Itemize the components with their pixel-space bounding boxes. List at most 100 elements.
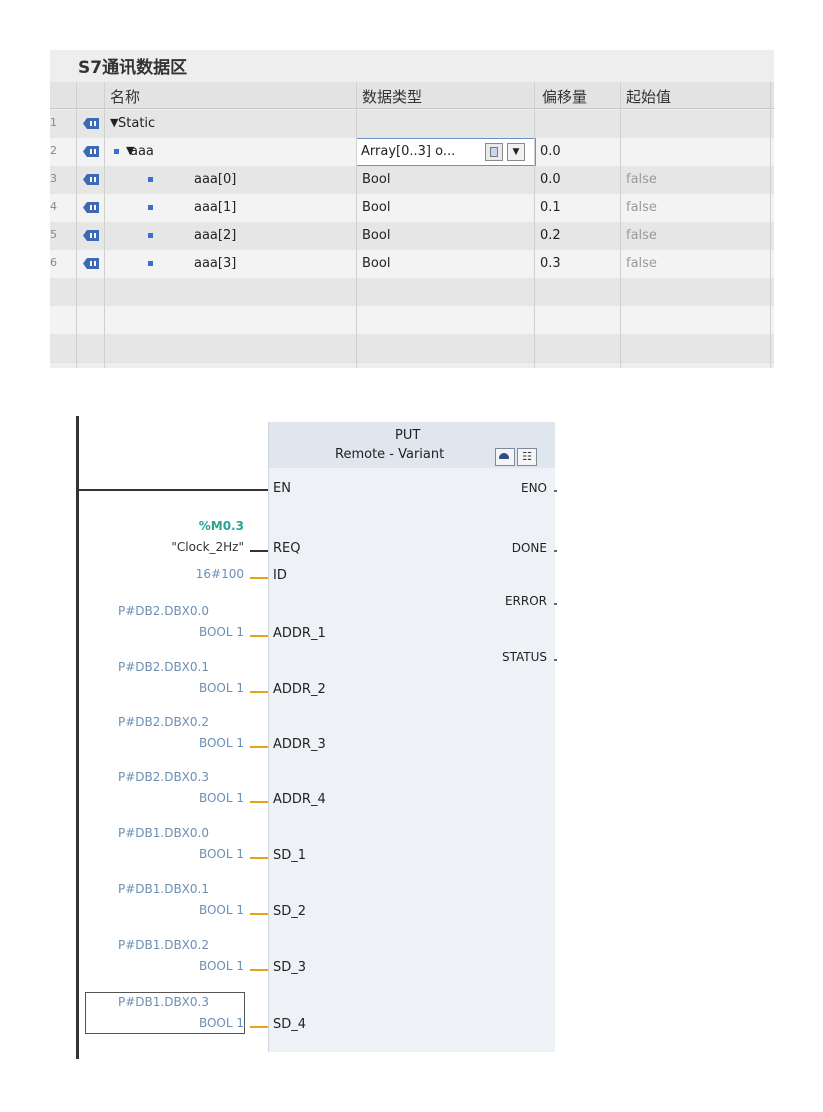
interface-tag-icon <box>83 202 99 213</box>
table-header: 名称 数据类型 偏移量 起始值 <box>50 82 774 109</box>
operand-value[interactable]: BOOL 1 <box>74 736 244 750</box>
cell-name[interactable]: aaa[3] <box>194 256 236 271</box>
table-row[interactable]: 2 ▼ aaa Array[0..3] o... ▼ 0.0 <box>50 138 774 167</box>
cell-datatype[interactable]: Bool <box>362 256 390 271</box>
input-pin-sd-1[interactable]: SD_1 <box>273 848 306 863</box>
operand-address[interactable]: P#DB1.DBX0.1 <box>118 882 288 896</box>
cell-start-value[interactable]: false <box>626 172 657 187</box>
cell-name[interactable]: aaa <box>130 144 154 159</box>
empty-table-row[interactable] <box>50 278 774 307</box>
operand-value[interactable]: BOOL 1 <box>74 791 244 805</box>
element-marker-icon <box>148 205 153 210</box>
table-row[interactable]: 3 aaa[0] Bool 0.0 false <box>50 166 774 195</box>
column-header-start-value[interactable]: 起始值 <box>626 86 671 107</box>
output-pin-error[interactable]: ERROR <box>467 594 547 608</box>
input-pin-addr-4[interactable]: ADDR_4 <box>273 792 326 807</box>
operand-address[interactable]: P#DB2.DBX0.3 <box>118 770 288 784</box>
cell-datatype[interactable]: Bool <box>362 228 390 243</box>
output-pin-done[interactable]: DONE <box>467 541 547 555</box>
cell-start-value[interactable]: false <box>626 256 657 271</box>
row-number: 4 <box>50 200 57 213</box>
operand-address[interactable]: P#DB1.DBX0.2 <box>118 938 288 952</box>
column-divider <box>356 82 357 368</box>
column-header-datatype[interactable]: 数据类型 <box>362 86 422 107</box>
empty-table-row[interactable] <box>50 334 774 363</box>
row-number: 5 <box>50 228 57 241</box>
cell-name[interactable]: Static <box>118 116 155 131</box>
block-name: PUT <box>395 428 421 443</box>
cell-datatype[interactable]: Bool <box>362 200 390 215</box>
input-wire <box>250 913 268 915</box>
table-row[interactable]: 1 ▼ Static <box>50 110 774 139</box>
operand-address[interactable]: P#DB1.DBX0.0 <box>118 826 288 840</box>
input-pin-sd-4[interactable]: SD_4 <box>273 1017 306 1032</box>
operand-value[interactable]: BOOL 1 <box>74 847 244 861</box>
selection-box[interactable] <box>85 992 245 1034</box>
output-wire <box>554 490 557 492</box>
interface-tag-icon <box>83 258 99 269</box>
input-wire <box>250 801 268 803</box>
input-wire <box>250 857 268 859</box>
cell-start-value[interactable]: false <box>626 228 657 243</box>
column-divider <box>76 82 77 368</box>
input-wire <box>250 746 268 748</box>
operand-value[interactable]: "Clock_2Hz" <box>74 540 244 554</box>
array-dimension-icon[interactable] <box>485 143 503 161</box>
operand-value[interactable]: BOOL 1 <box>74 959 244 973</box>
input-pin-req[interactable]: REQ <box>273 541 300 556</box>
data-block-table: S7通讯数据区 名称 数据类型 偏移量 起始值 1 ▼ Static 2 ▼ aaa Arr… <box>50 50 774 368</box>
table-title: S7通讯数据区 <box>78 58 188 78</box>
input-wire <box>250 969 268 971</box>
column-divider <box>104 82 105 368</box>
output-wire <box>554 603 557 605</box>
interface-tag-icon <box>83 230 99 241</box>
input-pin-id[interactable]: ID <box>273 568 287 583</box>
input-pin-addr-3[interactable]: ADDR_3 <box>273 737 326 752</box>
cell-offset: 0.3 <box>540 256 561 271</box>
input-pin-sd-2[interactable]: SD_2 <box>273 904 306 919</box>
interface-tag-icon <box>83 118 99 129</box>
element-marker-icon <box>114 149 119 154</box>
operand-value[interactable]: 16#100 <box>74 567 244 581</box>
table-row[interactable]: 6 aaa[3] Bool 0.3 false <box>50 250 774 279</box>
ladder-network: PUT Remote - Variant ☷ EN REQ ID ADDR_1 ADDR… <box>0 390 823 1112</box>
operand-value[interactable]: BOOL 1 <box>74 903 244 917</box>
input-wire <box>250 691 268 693</box>
cell-name[interactable]: aaa[2] <box>194 228 236 243</box>
input-wire <box>250 1026 268 1028</box>
operand-address[interactable]: P#DB2.DBX0.1 <box>118 660 288 674</box>
element-marker-icon <box>148 261 153 266</box>
cell-datatype[interactable]: Array[0..3] o... <box>361 144 455 159</box>
cell-name[interactable]: aaa[0] <box>194 172 236 187</box>
element-marker-icon <box>148 177 153 182</box>
cell-name[interactable]: aaa[1] <box>194 200 236 215</box>
column-header-offset[interactable]: 偏移量 <box>542 86 587 107</box>
empty-table-row[interactable] <box>50 306 774 335</box>
operand-address[interactable]: P#DB2.DBX0.0 <box>118 604 288 618</box>
operand-value[interactable]: BOOL 1 <box>74 625 244 639</box>
operand-value[interactable]: BOOL 1 <box>74 681 244 695</box>
network-icon[interactable] <box>495 448 515 466</box>
output-pin-eno[interactable]: ENO <box>467 481 547 495</box>
parameter-icon[interactable]: ☷ <box>517 448 537 466</box>
cell-offset: 0.2 <box>540 228 561 243</box>
input-pin-sd-3[interactable]: SD_3 <box>273 960 306 975</box>
column-header-name[interactable]: 名称 <box>110 86 140 107</box>
output-pin-status[interactable]: STATUS <box>467 650 547 664</box>
datatype-editor[interactable]: Array[0..3] o... ▼ <box>356 138 536 166</box>
cell-start-value[interactable]: false <box>626 200 657 215</box>
table-row[interactable]: 4 aaa[1] Bool 0.1 false <box>50 194 774 223</box>
operand-address[interactable]: P#DB2.DBX0.2 <box>118 715 288 729</box>
put-function-block[interactable]: PUT Remote - Variant ☷ EN REQ ID ADDR_1 ADDR… <box>268 422 555 1052</box>
output-wire <box>554 550 557 552</box>
operand-address[interactable]: %M0.3 <box>74 519 244 533</box>
input-pin-addr-1[interactable]: ADDR_1 <box>273 626 326 641</box>
input-wire <box>250 550 268 552</box>
chevron-down-icon[interactable]: ▼ <box>507 143 525 161</box>
table-row[interactable]: 5 aaa[2] Bool 0.2 false <box>50 222 774 251</box>
input-pin-en[interactable]: EN <box>273 481 291 496</box>
row-number: 2 <box>50 144 57 157</box>
input-pin-addr-2[interactable]: ADDR_2 <box>273 682 326 697</box>
cell-offset: 0.0 <box>540 172 561 187</box>
cell-datatype[interactable]: Bool <box>362 172 390 187</box>
